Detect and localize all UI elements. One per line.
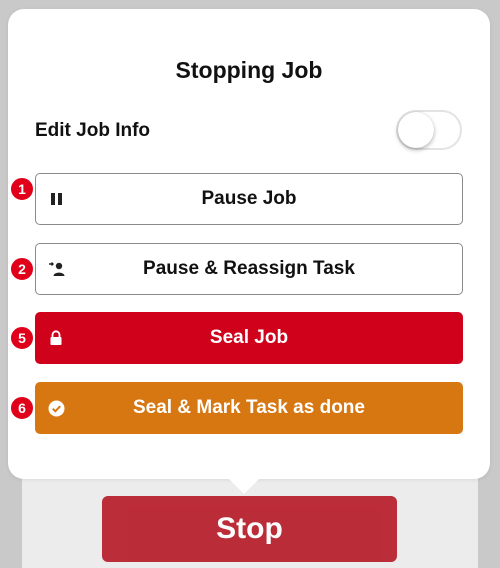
reassign-user-icon [48,260,66,278]
step-badge: 1 [9,176,35,202]
stopping-job-popover: Stopping Job Edit Job Info Pause Job Pau… [8,9,490,479]
edit-job-info-label: Edit Job Info [35,120,151,141]
pause-reassign-task-button[interactable]: Pause & Reassign Task [35,243,463,295]
edit-job-info-toggle[interactable] [396,110,462,150]
pause-job-button[interactable]: Pause Job [35,173,463,225]
stop-button[interactable]: Stop [102,496,397,562]
pause-reassign-task-label: Pause & Reassign Task [143,258,355,279]
dialog-title: Stopping Job [175,57,323,83]
step-badge: 5 [9,325,35,351]
pause-icon [48,190,66,208]
pause-job-label: Pause Job [201,188,297,209]
seal-job-label: Seal Job [209,327,289,348]
popover-arrow [228,478,260,494]
step-badge: 6 [9,395,35,421]
check-circle-icon [47,399,65,417]
lock-icon [47,329,65,347]
toggle-knob [398,112,434,148]
seal-job-button[interactable]: Seal Job [35,312,463,364]
step-badge: 2 [9,256,35,282]
seal-mark-task-done-button[interactable]: Seal & Mark Task as done [35,382,463,434]
seal-mark-task-done-label: Seal & Mark Task as done [133,397,365,418]
